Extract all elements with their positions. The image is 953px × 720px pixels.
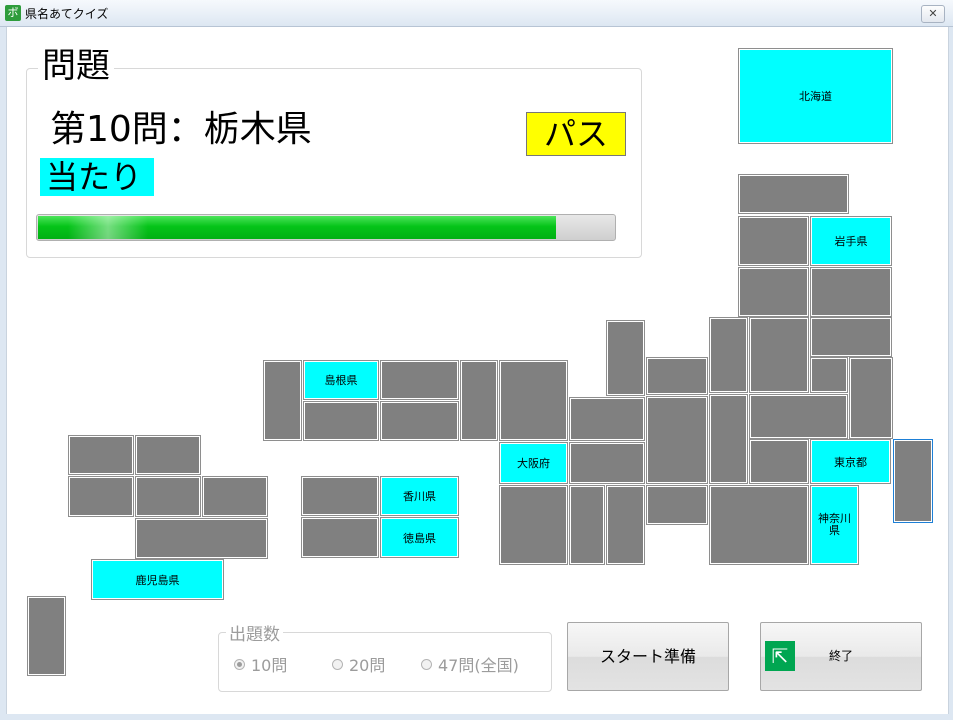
- radio-47-dot: [421, 658, 432, 670]
- pref-aichi[interactable]: [646, 485, 708, 525]
- question-count-legend: 出題数: [226, 620, 283, 645]
- pref-hiroshima[interactable]: [303, 401, 379, 441]
- pref-tokyo[interactable]: 東京都: [810, 439, 891, 484]
- pref-yamagata[interactable]: [738, 267, 809, 317]
- pref-chiba[interactable]: [893, 439, 933, 523]
- radio-10-label: 10問: [251, 656, 288, 675]
- pref-toyama[interactable]: [606, 320, 645, 396]
- pref-kochi[interactable]: [301, 517, 379, 558]
- window-frame-bottom: [0, 714, 953, 720]
- pref-mie[interactable]: [606, 485, 645, 565]
- pref-hyogo[interactable]: [460, 360, 498, 441]
- pref-kagawa[interactable]: 香川県: [380, 476, 459, 516]
- radio-20-dot: [332, 658, 343, 670]
- pref-shizuoka[interactable]: [709, 485, 809, 565]
- pref-fukuoka[interactable]: [135, 435, 201, 475]
- app-icon: ボ: [5, 5, 21, 21]
- pref-saitama[interactable]: [749, 394, 848, 439]
- exit-button-label: 終了: [828, 649, 853, 663]
- pref-nara[interactable]: [569, 485, 605, 565]
- pref-miyagi[interactable]: [810, 267, 892, 317]
- pref-aomori[interactable]: [738, 174, 849, 214]
- question-text: 第10問：栃木県: [50, 109, 312, 150]
- pref-hokkaido[interactable]: 北海道: [738, 48, 893, 144]
- pref-wakayama[interactable]: [499, 485, 568, 565]
- pref-nagasaki[interactable]: [68, 435, 134, 475]
- progress-fill: [38, 216, 556, 239]
- radio-47-label: 47問(全国): [438, 656, 519, 675]
- pref-miyazaki[interactable]: [135, 518, 268, 559]
- pref-yamaguchi[interactable]: [263, 360, 302, 441]
- pref-yamanashi[interactable]: [749, 439, 809, 484]
- pref-okayama[interactable]: [380, 401, 459, 441]
- pref-fukushima[interactable]: [810, 317, 892, 357]
- pref-ehime[interactable]: [301, 476, 379, 516]
- pref-niigata[interactable]: [709, 317, 748, 393]
- pref-shimane[interactable]: 島根県: [303, 360, 379, 400]
- pref-iwate[interactable]: 岩手県: [810, 216, 892, 266]
- pref-fukui[interactable]: [569, 397, 645, 441]
- radio-20-label: 20問: [349, 656, 386, 675]
- close-icon: ✕: [928, 7, 938, 20]
- pref-gifu[interactable]: [646, 396, 708, 484]
- pref-osaka[interactable]: 大阪府: [499, 442, 568, 484]
- window-title: 県名あてクイズ: [25, 7, 109, 21]
- pref-akita[interactable]: [738, 216, 809, 266]
- radio-47[interactable]: 47問(全国): [421, 652, 519, 676]
- time-progress-bar: [36, 214, 616, 241]
- pref-oita[interactable]: [202, 476, 268, 517]
- pref-shiga[interactable]: [569, 442, 645, 484]
- pref-gunma-region[interactable]: [749, 317, 809, 393]
- close-button[interactable]: ✕: [921, 5, 945, 23]
- pref-nagano[interactable]: [709, 394, 748, 484]
- title-bar[interactable]: ボ 県名あてクイズ ✕: [0, 0, 953, 27]
- radio-10-dot: [234, 658, 245, 670]
- question-group-legend: 問題: [38, 46, 114, 86]
- pref-kyoto[interactable]: [499, 360, 568, 441]
- pref-ibaraki[interactable]: [849, 357, 893, 439]
- exit-button[interactable]: ⇱ 終了: [760, 622, 922, 691]
- result-label: 当たり: [40, 158, 154, 196]
- pref-tottori[interactable]: [380, 360, 459, 400]
- radio-10[interactable]: 10問: [234, 652, 287, 676]
- pref-tochigi[interactable]: [810, 357, 848, 393]
- pref-kagoshima[interactable]: 鹿児島県: [91, 559, 224, 600]
- pass-button[interactable]: パス: [526, 112, 626, 156]
- pref-saga[interactable]: [68, 476, 134, 517]
- pref-okinawa[interactable]: [27, 596, 66, 676]
- pref-ishikawa[interactable]: [646, 357, 708, 395]
- pref-kumamoto[interactable]: [135, 476, 201, 517]
- pref-kanagawa[interactable]: 神奈川県: [810, 485, 859, 565]
- start-prep-button[interactable]: スタート準備: [567, 622, 729, 691]
- pref-tokushima[interactable]: 徳島県: [380, 517, 459, 558]
- radio-20[interactable]: 20問: [332, 652, 385, 676]
